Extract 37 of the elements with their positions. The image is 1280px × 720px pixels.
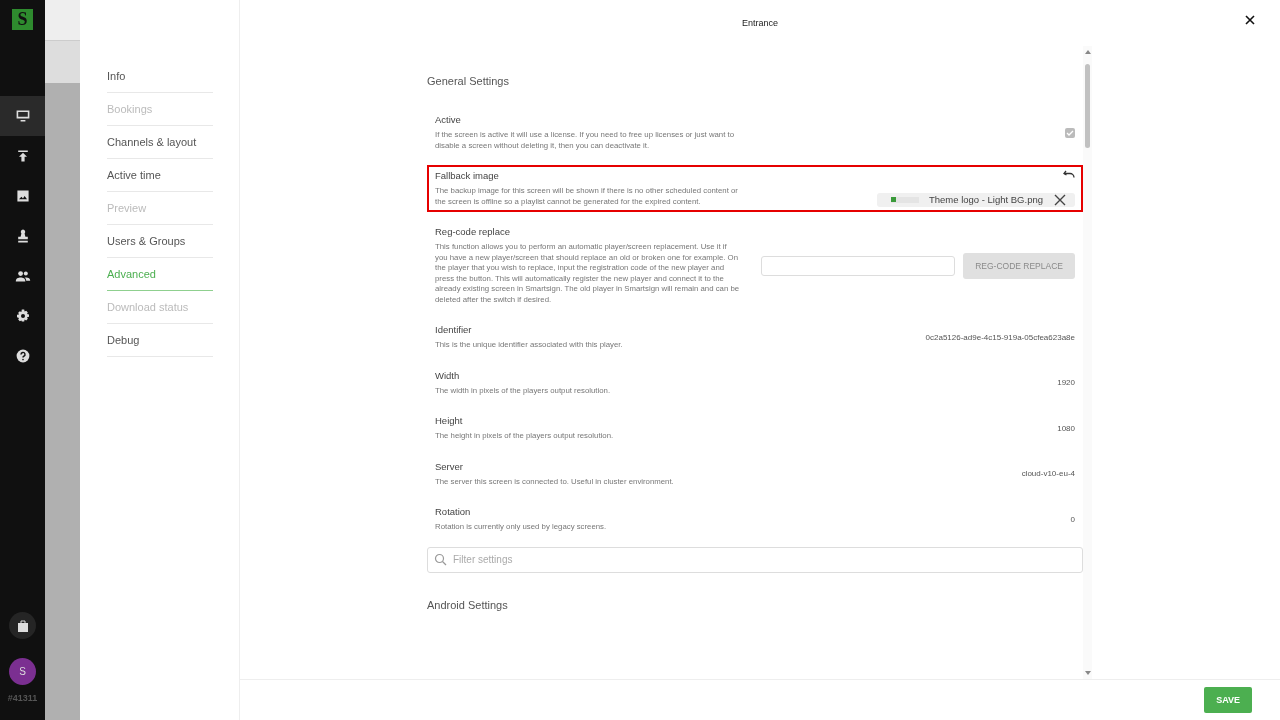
setting-value: 0c2a5126-ad9e-4c15-919a-05cfea623a8e — [925, 332, 1075, 342]
setting-title: Width — [435, 369, 461, 381]
undo-icon[interactable] — [1063, 168, 1075, 179]
nav-tab[interactable]: Advanced — [107, 258, 213, 291]
setting-value: 0 — [1070, 514, 1075, 524]
setting-title: Identifier — [435, 324, 473, 335]
setting-value: 1080 — [1057, 423, 1075, 433]
setting-title: Fallback image — [435, 170, 500, 181]
nav-tab[interactable]: Info — [107, 60, 213, 93]
nav-tab[interactable]: Users & Groups — [107, 225, 213, 258]
section-title: General Settings — [427, 75, 510, 87]
setting-title: Active — [435, 114, 462, 125]
nav-tab[interactable]: Active time — [107, 159, 213, 192]
filter-field[interactable]: Filter settings — [427, 546, 1083, 573]
setting-title: Reg-code replace — [435, 226, 511, 237]
setting-value: 1920 — [1057, 378, 1075, 388]
search-icon — [434, 552, 447, 566]
checkbox[interactable] — [1065, 127, 1075, 138]
nav-tab[interactable]: Channels & layout — [107, 126, 213, 159]
nav-tab[interactable]: Debug — [107, 324, 213, 357]
monitor-icon[interactable] — [0, 96, 45, 136]
image-thumbnail — [890, 196, 919, 203]
user-avatar[interactable]: S — [9, 658, 36, 685]
setting-value: cloud-v10-eu-4 — [1021, 469, 1075, 479]
remove-icon[interactable] — [1053, 192, 1067, 207]
file-name: Theme logo - Light BG.png — [928, 194, 1043, 205]
section-title: Android Settings — [427, 598, 509, 611]
setting-title: Height — [435, 415, 464, 426]
dialog-title: Entrance — [742, 18, 778, 28]
app-logo[interactable]: S — [12, 9, 33, 30]
account-id: #41311 — [7, 693, 38, 703]
shopping-bag-icon[interactable] — [9, 612, 36, 639]
reg-code-field[interactable] — [761, 255, 956, 276]
setting-title: Server — [435, 460, 464, 472]
scrollbar[interactable] — [1083, 46, 1092, 679]
setting-title: Rotation — [435, 506, 472, 517]
save-button[interactable]: SAVE — [1204, 687, 1252, 713]
